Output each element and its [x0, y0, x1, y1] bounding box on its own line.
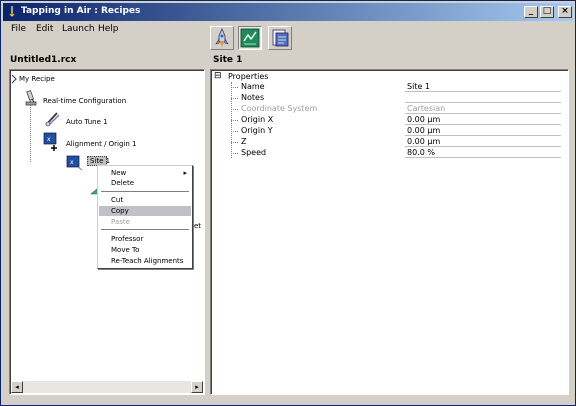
- recipe-root-icon: [11, 74, 17, 84]
- tree-connector: [231, 109, 238, 110]
- tree-node-alignment[interactable]: Alignment / Origin 1: [66, 140, 137, 148]
- file-name-label: Untitled1.rcx: [10, 55, 77, 65]
- site-icon: x: [66, 155, 83, 171]
- svg-text:x: x: [70, 159, 74, 166]
- svg-text:x: x: [47, 136, 51, 143]
- microscope-icon: [25, 90, 37, 106]
- property-label: Coordinate System: [241, 104, 318, 113]
- menu-help[interactable]: Help: [98, 24, 119, 34]
- property-value-field[interactable]: Site 1: [405, 82, 561, 92]
- chart-check-icon: [240, 28, 260, 48]
- autotune-icon: [45, 112, 60, 127]
- property-label: Origin X: [241, 115, 274, 124]
- property-value-field[interactable]: [405, 93, 561, 103]
- tree-connector: [231, 142, 238, 143]
- alignment-icon: x: [43, 132, 57, 151]
- ctx-professor[interactable]: Professor: [99, 234, 191, 244]
- tree-connector: [231, 98, 238, 99]
- menu-bar: File Edit Launch Help: [3, 22, 203, 38]
- horizontal-scrollbar[interactable]: ◂ ▸: [11, 381, 203, 393]
- rocket-icon: [215, 27, 229, 47]
- tree-connector: [231, 153, 238, 154]
- menu-launch[interactable]: Launch: [62, 24, 95, 34]
- property-header: Site 1: [213, 55, 243, 65]
- tree-connector: [231, 87, 238, 88]
- title-bar[interactable]: Tapping in Air : Recipes _ □ ×: [3, 3, 573, 21]
- property-value-field[interactable]: 0.00 µm: [405, 137, 561, 147]
- scroll-right-button[interactable]: ▸: [191, 381, 203, 393]
- properties-group-label: Properties: [228, 72, 269, 81]
- ctx-new-label: New: [111, 169, 127, 177]
- document-toolbar-button[interactable]: [268, 26, 292, 50]
- ctx-copy[interactable]: Copy: [99, 206, 191, 216]
- property-label: Speed: [241, 148, 267, 157]
- ctx-move-to[interactable]: Move To: [99, 245, 191, 255]
- tree-node-truncated: et: [194, 222, 202, 230]
- property-label: Name: [241, 82, 265, 91]
- app-icon: [8, 5, 16, 18]
- tree-connector: [231, 120, 238, 121]
- property-value-field: Cartesian: [405, 104, 561, 114]
- ctx-delete[interactable]: Delete: [99, 178, 191, 188]
- app-window: Tapping in Air : Recipes _ □ × File Edit…: [0, 0, 576, 406]
- ctx-cut[interactable]: Cut: [99, 195, 191, 205]
- launch-toolbar-button[interactable]: [210, 26, 234, 50]
- property-value-field[interactable]: 0.00 µm: [405, 115, 561, 125]
- maximize-button[interactable]: □: [540, 6, 554, 18]
- property-value-field[interactable]: 0.00 µm: [405, 126, 561, 136]
- menu-edit[interactable]: Edit: [36, 24, 53, 34]
- submenu-arrow-icon: ▸: [183, 169, 187, 177]
- property-value-field[interactable]: 80.0 %: [405, 148, 561, 158]
- ctx-new[interactable]: New ▸: [99, 168, 191, 178]
- collapse-properties-icon[interactable]: ⊟: [214, 71, 222, 81]
- ctx-reteach[interactable]: Re-Teach Alignments: [99, 256, 191, 266]
- property-label: Z: [241, 137, 247, 146]
- ctx-paste: Paste: [111, 218, 130, 226]
- tree-connector: [231, 131, 238, 132]
- recipe-toolbar-button[interactable]: [238, 26, 262, 50]
- context-menu: New ▸ Delete Cut Copy Paste Professor Mo…: [97, 165, 193, 269]
- menu-file[interactable]: File: [11, 24, 26, 34]
- tree-node-root[interactable]: My Recipe: [19, 75, 55, 83]
- property-label: Notes: [241, 93, 265, 102]
- tree-node-realtime[interactable]: Real-time Configuration: [43, 97, 126, 105]
- property-label: Origin Y: [241, 126, 273, 135]
- window-title: Tapping in Air : Recipes: [21, 6, 141, 16]
- ctx-separator: [101, 229, 189, 231]
- ctx-separator: [101, 191, 189, 193]
- close-button[interactable]: ×: [558, 6, 572, 18]
- minimize-button[interactable]: _: [524, 6, 538, 18]
- property-grid: ⊟ Properties Name Site 1 Notes Coordinate S…: [210, 69, 569, 395]
- scroll-left-button[interactable]: ◂: [11, 381, 23, 393]
- document-icon: [272, 29, 289, 47]
- tree-node-autotune[interactable]: Auto Tune 1: [66, 118, 108, 126]
